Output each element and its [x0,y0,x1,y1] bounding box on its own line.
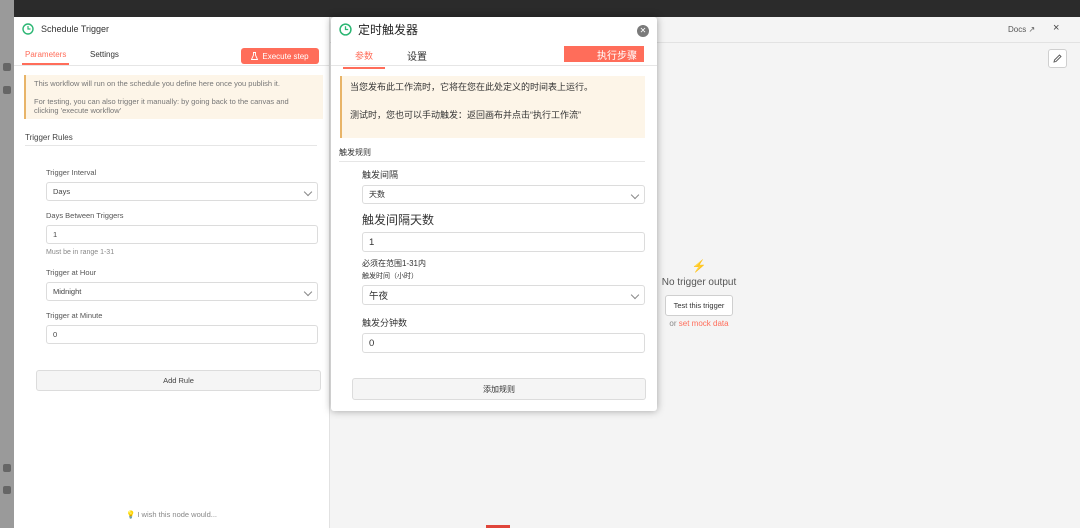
close-ndv-button[interactable]: × [1053,22,1059,34]
days-between-value: 1 [53,230,58,239]
parameters-panel: Schedule Trigger Parameters Settings Exe… [14,17,330,528]
tab-parameters[interactable]: Parameters [21,50,70,65]
no-output-title: No trigger output [661,277,737,288]
trigger-interval-field: Trigger Interval Days [46,168,318,201]
toolbar-icon[interactable] [3,86,11,94]
trigger-interval-select[interactable]: Days [46,182,318,201]
execute-step-button[interactable]: Execute step [241,48,319,64]
feedback-label: I wish this node would... [137,510,218,519]
set-mock-data-link[interactable]: set mock data [679,319,729,328]
node-title[interactable]: Schedule Trigger [41,24,109,34]
notice-line-2: For testing, you can also trigger it man… [34,97,289,115]
feedback-link[interactable]: 💡 I wish this node would... [14,510,329,519]
trigger-minute-value: 0 [53,330,58,339]
execute-step-label: Execute step [262,51,309,61]
trigger-minute-field-zh: 触发分钟数 0 [362,316,645,353]
pencil-icon [1053,54,1062,63]
close-icon[interactable]: ✕ [637,25,649,37]
days-between-input-zh[interactable]: 1 [362,232,645,252]
edit-output-button[interactable] [1048,49,1067,68]
days-between-field: Days Between Triggers 1 Must be in range… [46,211,318,256]
clock-icon [339,22,352,36]
panel-tabs: Parameters Settings Execute step [14,41,329,66]
trigger-hour-label-zh: 触发时间（小时） [362,273,418,280]
chevron-down-icon [630,290,640,300]
overlay-tabs: 参数 设置 执行步骤 [331,41,657,69]
notice-line-1-zh: 当您发布此工作流时，它将在您在此处定义的时间表上运行。 [350,82,594,92]
toolbar-icon[interactable] [3,464,11,472]
trigger-hour-select-zh[interactable]: 午夜 [362,285,645,305]
flask-icon [251,52,259,60]
trigger-interval-field-zh: 触发间隔 天数 [362,168,645,204]
days-between-field-zh: 触发间隔天数 1 必须在范围1-31内 [362,211,645,269]
add-rule-button[interactable]: Add Rule [36,370,321,391]
tab-parameters-zh[interactable]: 参数 [342,49,386,69]
trigger-minute-value-zh: 0 [369,337,375,349]
overlay-header: 定时触发器 [331,17,657,41]
clock-icon [22,23,34,35]
range-hint-zh: 必须在范围1-31内 [362,259,427,268]
days-between-label-zh: 触发间隔天数 [362,213,435,227]
publish-notice-zh: 当您发布此工作流时，它将在您在此处定义的时间表上运行。 测试时，您也可以手动触发… [340,76,645,138]
trigger-rules-heading-zh: 触发规则 [339,147,645,162]
or-text: or [669,319,677,328]
trigger-interval-value-zh: 天数 [369,190,385,199]
trigger-interval-select-zh[interactable]: 天数 [362,185,645,204]
range-hint: Must be in range 1-31 [46,249,115,256]
trigger-hour-field-zh: 触发时间（小时） 午夜 [362,271,645,305]
lightning-icon: ⚡ [691,259,707,273]
chevron-down-icon [630,190,640,200]
trigger-rules-heading: Trigger Rules [25,133,317,146]
tab-settings-zh[interactable]: 设置 [407,48,427,63]
notice-line-2-zh: 测试时，您也可以手动触发：返回画布并点击“执行工作流” [350,110,581,120]
docs-label: Docs [1008,25,1027,34]
execute-step-button-zh[interactable]: 执行步骤 [564,46,644,62]
tab-settings[interactable]: Settings [90,50,119,59]
lightbulb-icon: 💡 [125,510,136,519]
trigger-interval-value: Days [53,187,71,196]
publish-notice: This workflow will run on the schedule y… [24,75,323,119]
docs-link[interactable]: Docs ↗ [1008,25,1035,34]
notice-line-1: This workflow will run on the schedule y… [34,79,280,88]
trigger-minute-field: Trigger at Minute 0 [46,311,318,344]
trigger-hour-select[interactable]: Midnight [46,282,318,301]
toolbar-icon[interactable] [3,486,11,494]
trigger-hour-value-zh: 午夜 [369,291,389,302]
trigger-hour-value: Midnight [53,287,82,296]
days-between-value-zh: 1 [369,236,375,248]
trigger-minute-label: Trigger at Minute [46,311,103,320]
translation-overlay: 定时触发器 ✕ 参数 设置 执行步骤 当您发布此工作流时，它将在您在此处定义的时… [331,17,657,411]
days-between-input[interactable]: 1 [46,225,318,244]
test-trigger-button[interactable]: Test this trigger [664,295,734,316]
trigger-interval-label: Trigger Interval [46,168,97,177]
chevron-down-icon [303,287,313,297]
chevron-down-icon [303,187,313,197]
days-between-label: Days Between Triggers [46,211,124,220]
panel-header: Schedule Trigger [14,17,329,41]
trigger-interval-label-zh: 触发间隔 [362,170,399,180]
mock-data-line: or set mock data [644,319,754,328]
toolbar-icon[interactable] [3,63,11,71]
external-link-icon: ↗ [1028,25,1036,34]
add-rule-button-zh[interactable]: 添加规则 [352,378,646,400]
trigger-minute-label-zh: 触发分钟数 [362,318,408,328]
trigger-minute-input-zh[interactable]: 0 [362,333,645,353]
trigger-minute-input[interactable]: 0 [46,325,318,344]
trigger-hour-label: Trigger at Hour [46,268,97,277]
trigger-hour-field: Trigger at Hour Midnight [46,268,318,301]
canvas-toolbar-strip [0,0,14,528]
overlay-title: 定时触发器 [358,22,419,37]
output-empty-state: ⚡ No trigger output Test this trigger or… [644,259,754,328]
